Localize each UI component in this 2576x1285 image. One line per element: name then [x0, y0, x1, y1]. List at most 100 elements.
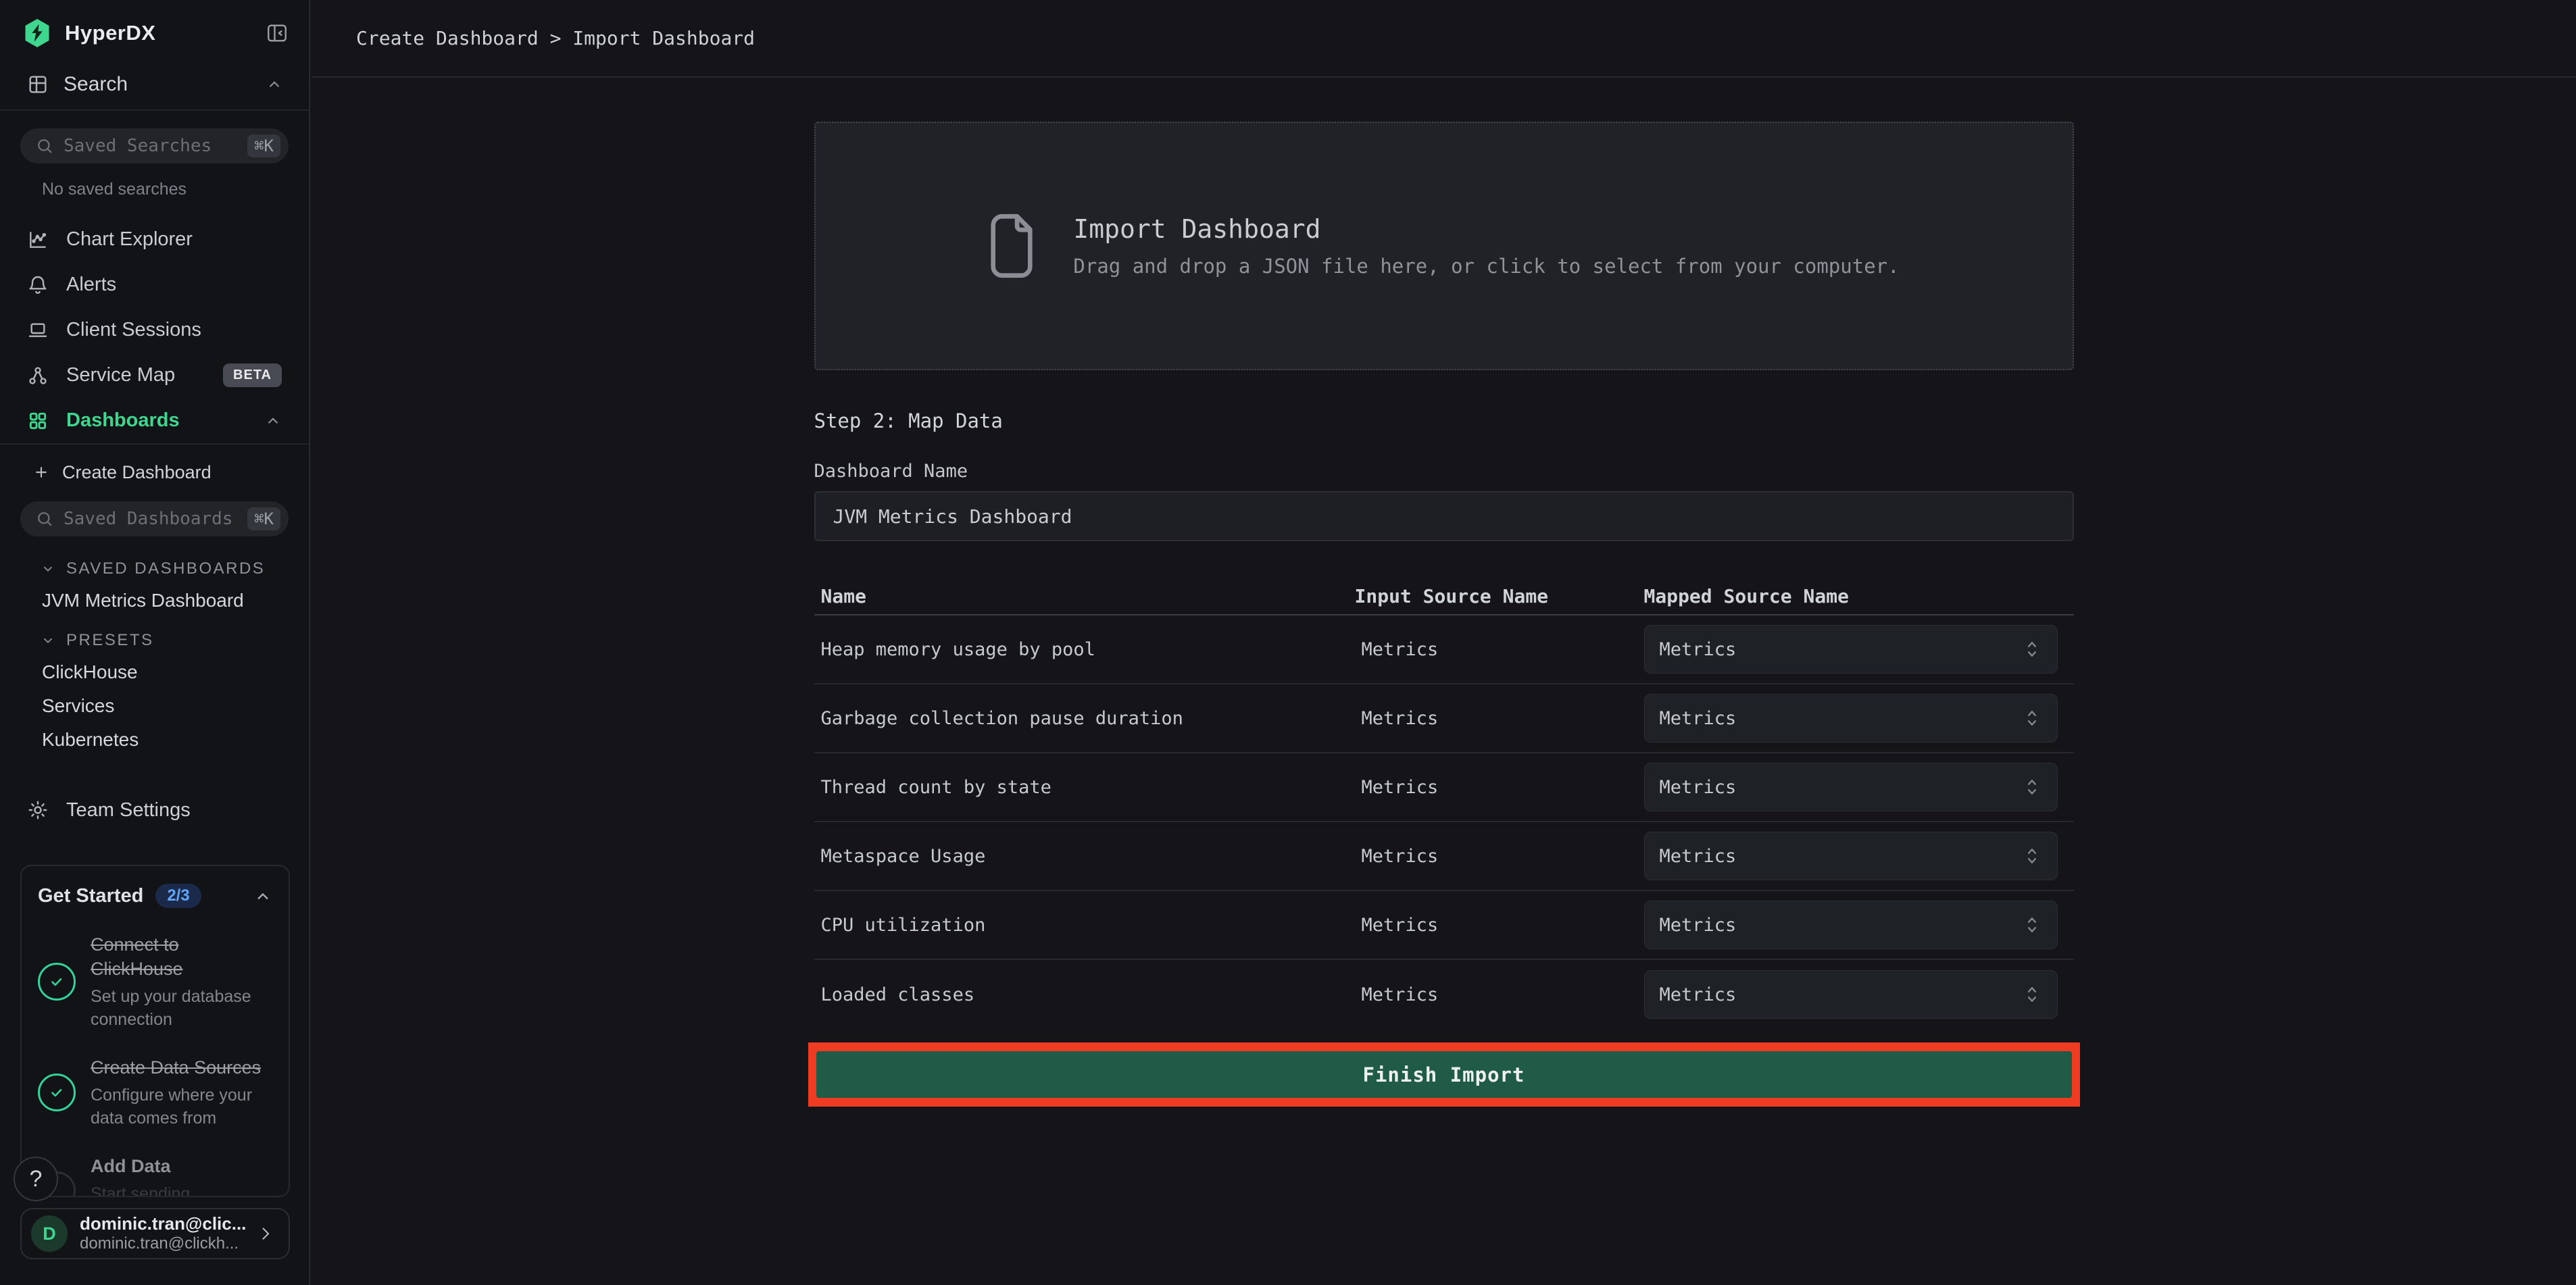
row-input-source: Metrics	[1355, 984, 1644, 1005]
mapped-source-select[interactable]: Metrics	[1644, 694, 2058, 742]
checklist-description: Configure where your data comes from	[91, 1084, 271, 1130]
sidebar-item-services[interactable]: Services	[0, 689, 309, 723]
row-input-source: Metrics	[1355, 777, 1644, 798]
select-value: Metrics	[1660, 777, 1737, 798]
search-icon	[35, 509, 54, 528]
import-dropzone[interactable]: Import Dashboard Drag and drop a JSON fi…	[814, 122, 2074, 370]
search-section-icon	[27, 74, 49, 95]
checklist-item-connect-clickhouse[interactable]: Connect to ClickHouse Set up your databa…	[38, 932, 271, 1031]
create-dashboard-button[interactable]: Create Dashboard	[0, 451, 309, 493]
team-settings-label: Team Settings	[66, 799, 191, 822]
sidebar: HyperDX Search ⌘K No saved searches Char…	[0, 0, 310, 1285]
dashboard-name-label: Dashboard Name	[814, 461, 2074, 482]
sidebar-item-jvm-metrics-dashboard[interactable]: JVM Metrics Dashboard	[0, 584, 309, 618]
chevron-up-down-icon	[2022, 638, 2042, 661]
nav-label: Chart Explorer	[66, 228, 193, 251]
sidebar-item-search[interactable]: Search	[0, 62, 309, 109]
row-name: CPU utilization	[814, 915, 1355, 936]
user-account-card[interactable]: D dominic.tran@clic... dominic.tran@clic…	[20, 1208, 290, 1259]
shortcut-badge: ⌘K	[247, 134, 280, 157]
chevron-up-icon[interactable]	[264, 412, 282, 430]
presets-group-header[interactable]: PRESETS	[0, 631, 309, 650]
chevron-up-icon[interactable]	[253, 887, 271, 905]
sidebar-nav: Chart Explorer Alerts Client Sessions Se…	[0, 217, 309, 443]
sidebar-collapse-icon[interactable]	[266, 22, 289, 45]
row-name: Loaded classes	[814, 984, 1355, 1005]
row-name: Thread count by state	[814, 777, 1355, 798]
help-button[interactable]: ?	[14, 1157, 58, 1201]
chevron-up-down-icon	[2022, 776, 2042, 799]
dashboard-name-input[interactable]	[814, 491, 2074, 541]
chevron-up-down-icon	[2022, 845, 2042, 867]
shortcut-badge: ⌘K	[247, 507, 280, 530]
sidebar-item-client-sessions[interactable]: Client Sessions	[0, 307, 309, 353]
avatar: D	[31, 1215, 68, 1252]
get-started-header[interactable]: Get Started 2/3	[38, 884, 271, 908]
table-row: Metaspace Usage Metrics Metrics	[814, 822, 2074, 891]
mapped-source-select[interactable]: Metrics	[1644, 763, 2058, 811]
sidebar-item-kubernetes[interactable]: Kubernetes	[0, 723, 309, 757]
select-value: Metrics	[1660, 984, 1737, 1005]
select-value: Metrics	[1660, 846, 1737, 867]
check-circle-icon	[38, 963, 76, 1001]
saved-dashboards-group-header[interactable]: SAVED DASHBOARDS	[0, 559, 309, 578]
plus-icon	[32, 463, 50, 481]
user-email: dominic.tran@clickh...	[80, 1234, 244, 1254]
annotation-highlight-box: Finish Import	[808, 1042, 2080, 1107]
select-value: Metrics	[1660, 915, 1737, 936]
sidebar-item-team-settings[interactable]: Team Settings	[0, 789, 309, 831]
row-name: Metaspace Usage	[814, 846, 1355, 867]
dropzone-title: Import Dashboard	[1073, 214, 1899, 244]
sidebar-item-chart-explorer[interactable]: Chart Explorer	[0, 217, 309, 262]
no-saved-searches-text: No saved searches	[42, 180, 309, 199]
saved-dashboards-search[interactable]: ⌘K	[20, 501, 289, 536]
search-section-label: Search	[64, 73, 128, 96]
progress-badge: 2/3	[155, 884, 201, 908]
mapped-source-select[interactable]: Metrics	[1644, 901, 2058, 949]
nav-label: Service Map	[66, 364, 175, 386]
chevron-up-down-icon	[2022, 983, 2042, 1006]
column-header-input-source: Input Source Name	[1355, 585, 1644, 607]
sidebar-item-alerts[interactable]: Alerts	[0, 262, 309, 307]
divider	[0, 109, 309, 111]
saved-searches-input[interactable]	[64, 136, 238, 156]
sidebar-item-dashboards[interactable]: Dashboards	[0, 398, 309, 443]
mapping-table: Name Input Source Name Mapped Source Nam…	[814, 578, 2074, 1029]
row-name: Garbage collection pause duration	[814, 708, 1355, 729]
app-title: HyperDX	[65, 21, 155, 45]
saved-searches-search[interactable]: ⌘K	[20, 128, 289, 163]
create-dashboard-label: Create Dashboard	[62, 462, 212, 483]
row-input-source: Metrics	[1355, 708, 1644, 729]
row-input-source: Metrics	[1355, 846, 1644, 867]
chart-explorer-icon	[27, 229, 49, 251]
table-row: Thread count by state Metrics Metrics	[814, 753, 2074, 822]
mapped-source-select[interactable]: Metrics	[1644, 832, 2058, 880]
dropzone-subtitle: Drag and drop a JSON file here, or click…	[1073, 255, 1899, 278]
row-input-source: Metrics	[1355, 915, 1644, 936]
finish-import-button[interactable]: Finish Import	[816, 1051, 2072, 1098]
saved-dashboards-input[interactable]	[64, 509, 238, 529]
logo-row: HyperDX	[0, 0, 309, 62]
checklist-description: Start sending logs, metrics, or traces	[91, 1183, 225, 1197]
step-heading: Step 2: Map Data	[814, 409, 2074, 432]
select-value: Metrics	[1660, 639, 1737, 660]
group-label: SAVED DASHBOARDS	[66, 559, 265, 578]
checklist-title: Create Data Sources	[91, 1055, 271, 1080]
checklist-item-create-data-sources[interactable]: Create Data Sources Configure where your…	[38, 1055, 271, 1130]
search-icon	[35, 136, 54, 155]
mapped-source-select[interactable]: Metrics	[1644, 625, 2058, 674]
row-name: Heap memory usage by pool	[814, 639, 1355, 660]
chevron-down-icon	[41, 561, 55, 576]
sidebar-item-clickhouse[interactable]: ClickHouse	[0, 655, 309, 689]
sidebar-item-service-map[interactable]: Service Map BETA	[0, 353, 309, 398]
main-area: Create Dashboard > Import Dashboard Impo…	[312, 0, 2576, 1285]
chevron-up-icon[interactable]	[266, 76, 283, 93]
nav-label: Client Sessions	[66, 319, 201, 341]
checklist-item-add-data[interactable]: Add Data Start sending logs, metrics, or…	[38, 1154, 271, 1197]
mapped-source-select[interactable]: Metrics	[1644, 970, 2058, 1019]
service-map-icon	[27, 365, 49, 386]
select-value: Metrics	[1660, 708, 1737, 729]
table-row: Garbage collection pause duration Metric…	[814, 684, 2074, 753]
chevron-right-icon	[256, 1224, 275, 1243]
row-input-source: Metrics	[1355, 639, 1644, 660]
